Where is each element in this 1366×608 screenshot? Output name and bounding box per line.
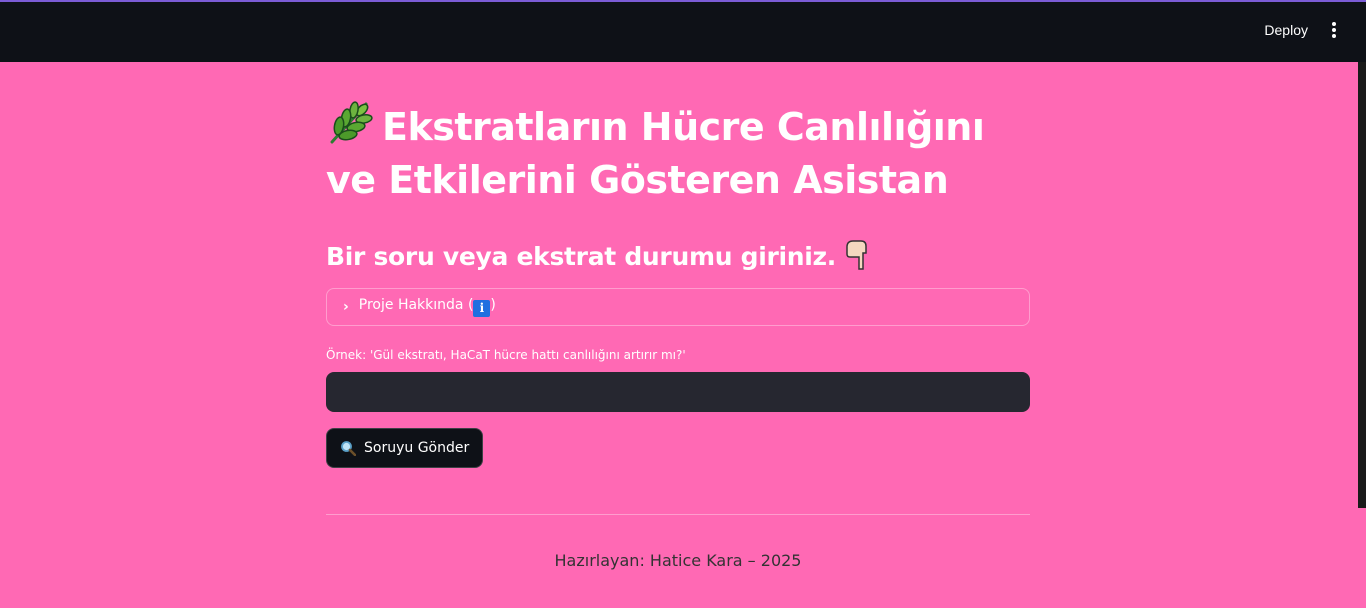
scrollbar[interactable] (1358, 62, 1366, 508)
info-icon: i (473, 300, 491, 317)
subtitle-text: Bir soru veya ekstrat durumu giriniz. (326, 242, 836, 271)
expander-label-suffix: ) (490, 297, 496, 313)
page-title: Ekstratların Hücre Canlılığını ve Etkile… (326, 98, 1030, 207)
footer-credit: Hazırlayan: Hatice Kara – 2025 (554, 551, 802, 570)
send-question-button[interactable]: Soruyu Gönder (326, 428, 484, 468)
expander-label-prefix: Proje Hakkında ( (358, 297, 474, 313)
deploy-button[interactable]: Deploy (1264, 22, 1308, 38)
question-input[interactable] (326, 372, 1030, 412)
page-title-text: Ekstratların Hücre Canlılığını ve Etkile… (326, 105, 985, 202)
main-content: Ekstratların Hücre Canlılığını ve Etkile… (326, 62, 1030, 570)
more-vertical-icon[interactable] (1326, 22, 1342, 42)
divider (326, 514, 1030, 515)
subtitle: Bir soru veya ekstrat durumu giriniz. (326, 239, 1030, 274)
expander-label: Proje Hakkında (i) (359, 297, 496, 317)
send-button-label: Soruyu Gönder (364, 440, 470, 456)
project-about-expander[interactable]: › Proje Hakkında (i) (326, 288, 1030, 326)
top-toolbar: Deploy (0, 0, 1366, 62)
chevron-right-icon: › (343, 299, 349, 315)
magnifier-icon (341, 441, 356, 456)
input-label: Örnek: 'Gül ekstratı, HaCaT hücre hattı … (326, 348, 686, 362)
herb-icon (330, 101, 373, 144)
pointing-down-icon (846, 240, 867, 270)
